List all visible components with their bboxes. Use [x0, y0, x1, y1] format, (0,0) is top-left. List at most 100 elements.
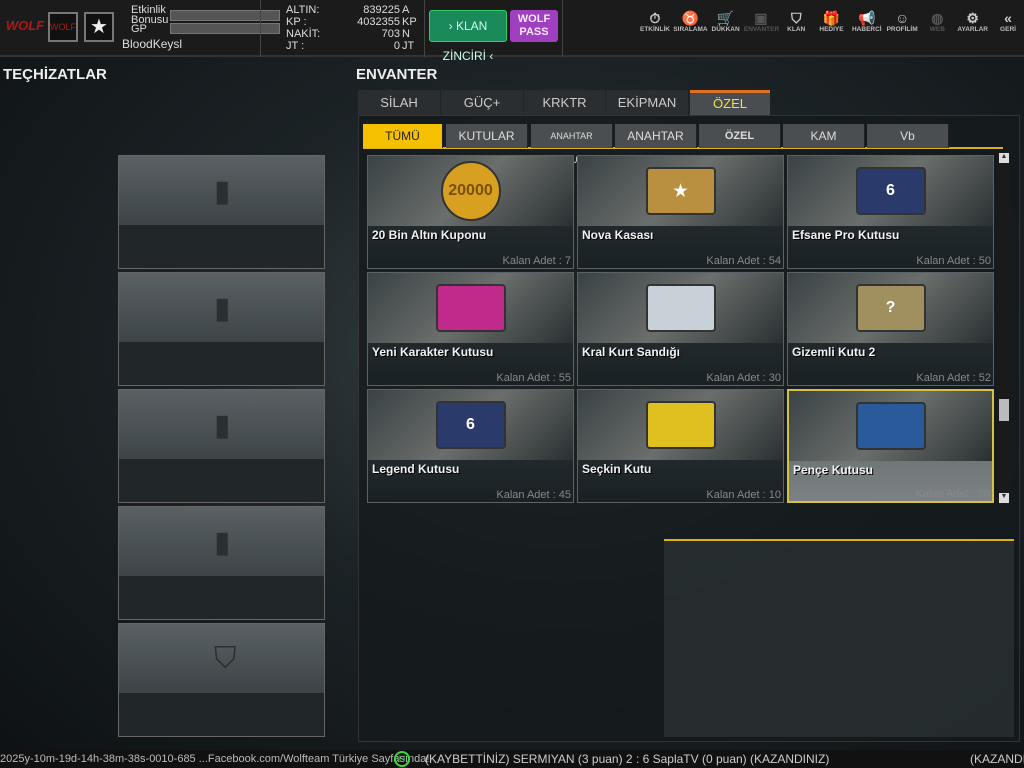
inventory-item[interactable]: 6 Efsane Pro Kutusu Kalan Adet : 50: [787, 155, 994, 269]
subtab-3[interactable]: ANAHTAR: [615, 124, 697, 148]
nav-cart[interactable]: 🛒 DÜKKAN: [709, 10, 743, 33]
item-count: Kalan Adet : 45: [496, 489, 571, 501]
currency-value: 4032355: [357, 16, 400, 28]
item-art-icon: 6: [855, 167, 926, 215]
currency-unit: JT: [402, 40, 415, 52]
equipment-slot[interactable]: ▮: [118, 506, 325, 620]
inventory-scrollbar[interactable]: ▲ ▼: [998, 153, 1010, 504]
item-name: Legend Kutusu: [372, 462, 460, 476]
inventory-item[interactable]: 6 Legend Kutusu Kalan Adet : 45: [367, 389, 574, 503]
item-image: ★: [578, 156, 783, 226]
username: BloodKeysl: [122, 37, 183, 51]
item-art-icon: ★: [645, 167, 716, 215]
nav-label: KLAN: [787, 26, 806, 33]
count-label: Kalan Adet :: [916, 255, 976, 267]
profile-icon: ☺: [894, 10, 910, 26]
nav-profile[interactable]: ☺ PROFİLİM: [885, 10, 919, 33]
scroll-down-icon[interactable]: ▼: [999, 493, 1009, 503]
subtab-0[interactable]: TÜMÜ: [363, 124, 443, 148]
nav-shield[interactable]: ⛉ KLAN: [779, 10, 813, 33]
inventory-item[interactable]: ★ Nova Kasası Kalan Adet : 54: [577, 155, 784, 269]
currency-value: 0: [393, 40, 400, 52]
spray-slot-icon: ▮: [214, 292, 231, 325]
count-label: Kalan Adet :: [502, 255, 562, 267]
nav-medal[interactable]: ♉ SIRALAMA: [673, 10, 707, 33]
currency-label: JT :: [286, 40, 305, 52]
tab-0[interactable]: SİLAH: [358, 90, 440, 115]
nav-label: PROFİLİM: [886, 26, 918, 33]
inventory-item[interactable]: Kral Kurt Sandığı Kalan Adet : 30: [577, 272, 784, 386]
scroll-thumb[interactable]: [999, 399, 1009, 421]
top-bar: WOLF WOLF ★ Etkinlik Bonusu GP BloodKeys…: [0, 0, 1024, 63]
nav-inventory[interactable]: ▣ ENVANTER: [744, 10, 779, 33]
nav-gift[interactable]: 🎁 HEDİYE: [815, 10, 849, 33]
nav-gear[interactable]: ⚙ AYARLAR: [956, 10, 990, 33]
count-value: 10: [768, 489, 781, 501]
gift-icon: 🎁: [822, 10, 841, 26]
item-image: 20000: [368, 156, 573, 226]
item-count: Kalan Adet : 30: [915, 488, 990, 500]
tab-3[interactable]: EKİPMAN: [606, 90, 688, 115]
wolf-pass-button[interactable]: WOLF PASS: [510, 10, 558, 42]
spray-slot-icon: ▮: [214, 175, 231, 208]
subtab-4[interactable]: ÖZEL EŞYALAR: [699, 124, 781, 166]
scroll-up-icon[interactable]: ▲: [999, 153, 1009, 163]
nav-label: ETKİNLİK: [640, 26, 670, 33]
item-art-icon: [855, 402, 926, 450]
subtab-2[interactable]: ANAHTAR KUTUSU: [531, 124, 613, 165]
item-image: 6: [368, 390, 573, 460]
inventory-item[interactable]: Pençe Kutusu Kalan Adet : 30: [787, 389, 994, 503]
count-label: Kalan Adet :: [916, 372, 976, 384]
item-art-icon: ?: [855, 284, 926, 332]
nav-label: SIRALAMA: [673, 26, 708, 33]
item-count: Kalan Adet : 30: [706, 372, 781, 384]
currency-value: 839225: [363, 4, 400, 16]
item-art-icon: [435, 284, 506, 332]
subtab-6[interactable]: Vb: [867, 124, 949, 148]
nav-label: HEDİYE: [819, 26, 844, 33]
nav-label: DÜKKAN: [711, 26, 740, 33]
count-label: Kalan Adet :: [496, 489, 556, 501]
equipment-slot[interactable]: ⛉: [118, 623, 325, 737]
item-image: [578, 390, 783, 460]
count-label: Kalan Adet :: [706, 372, 766, 384]
klan-zinciri-button[interactable]: › KLAN ZİNCİRİ ‹: [429, 10, 507, 63]
inventory-item[interactable]: ? Gizemli Kutu 2 Kalan Adet : 52: [787, 272, 994, 386]
tab-1[interactable]: GÜÇ+: [441, 90, 523, 115]
clan-emblem[interactable]: WOLF: [48, 12, 78, 42]
cart-icon: 🛒: [716, 10, 735, 26]
medal-icon: ♉: [681, 10, 700, 26]
item-image: 6: [788, 156, 993, 226]
count-value: 52: [978, 372, 991, 384]
subtab-5[interactable]: KAM: [783, 124, 865, 148]
currency-unit: A: [402, 4, 410, 16]
count-label: Kalan Adet :: [496, 372, 556, 384]
ticker-match-text: (KAYBETTİNİZ) SERMIYAN (3 puan) 2 : 6 Sa…: [425, 752, 830, 766]
gp-bar: [170, 23, 280, 34]
inventory-item[interactable]: Seçkin Kutu Kalan Adet : 10: [577, 389, 784, 503]
bonus-label: Etkinlik Bonusu: [131, 4, 169, 26]
count-label: Kalan Adet :: [706, 255, 766, 267]
equipment-title: TEÇHİZATLAR: [3, 66, 107, 83]
equipment-slot[interactable]: ▮: [118, 389, 325, 503]
tab-4[interactable]: ÖZEL: [690, 90, 770, 115]
item-art-icon: 20000: [440, 161, 501, 221]
nav-megaphone[interactable]: 📢 HABERCİ: [850, 10, 884, 33]
subtab-1[interactable]: KUTULAR: [446, 124, 528, 148]
count-value: 55: [558, 372, 571, 384]
ticker-left-text: 2025y-10m-19d-14h-38m-38s-0010-685 ...Fa…: [0, 753, 430, 765]
inventory-item[interactable]: Yeni Karakter Kutusu Kalan Adet : 55: [367, 272, 574, 386]
item-detail-panel: [664, 539, 1014, 737]
item-name: Nova Kasası: [582, 228, 654, 242]
inventory-item[interactable]: 20000 20 Bin Altın Kuponu Kalan Adet : 7: [367, 155, 574, 269]
nav-globe[interactable]: ◍ WEB: [920, 10, 954, 33]
item-count: Kalan Adet : 50: [916, 255, 991, 267]
shield-slot-icon: ⛉: [214, 642, 237, 675]
nav-back[interactable]: «GERİ: [991, 10, 1024, 33]
shield-icon: ⛉: [790, 10, 802, 26]
equipment-slot[interactable]: ▮: [118, 272, 325, 386]
globe-icon: ◍: [931, 10, 944, 26]
nav-stopwatch[interactable]: ⏱ ETKİNLİK: [638, 10, 672, 33]
tab-2[interactable]: KRKTR: [524, 90, 605, 115]
equipment-slot[interactable]: ▮: [118, 155, 325, 269]
